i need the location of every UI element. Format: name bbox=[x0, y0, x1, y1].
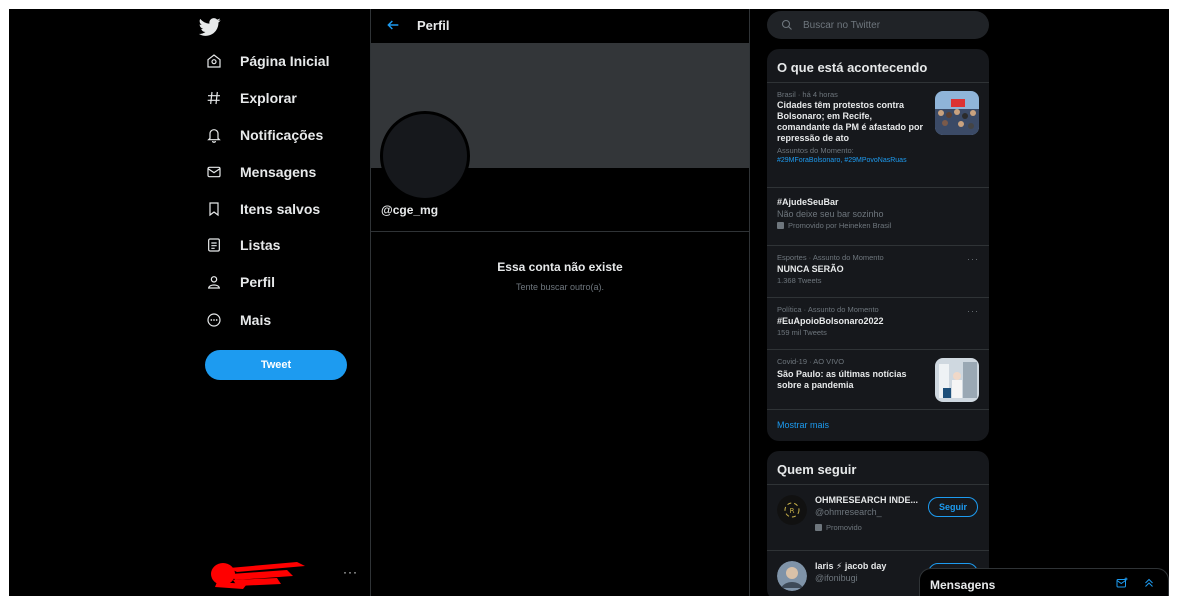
ohmresearch-avatar: R bbox=[777, 495, 807, 525]
nav-item-label: Notificações bbox=[240, 127, 324, 143]
bell-icon bbox=[203, 124, 225, 146]
promoted-icon bbox=[777, 222, 784, 229]
person-icon bbox=[203, 271, 225, 293]
nav-item-bookmarks[interactable]: Itens salvos bbox=[203, 191, 320, 227]
promoted-label: Promovido por Heineken Brasil bbox=[777, 220, 979, 231]
more-circle-icon bbox=[203, 309, 225, 331]
nav-item-label: Listas bbox=[240, 237, 281, 253]
trend-more-icon[interactable]: ··· bbox=[967, 306, 979, 316]
trend-title: São Paulo: as últimas notícias sobre a p… bbox=[777, 369, 907, 390]
empty-state-subtitle: Tente buscar outro(a). bbox=[515, 282, 605, 292]
nav-item-notifications[interactable]: Notificações bbox=[203, 117, 323, 153]
trend-item[interactable]: Covid-19 · AO VIVO São Paulo: as últimas… bbox=[767, 349, 989, 409]
svg-text:R: R bbox=[790, 507, 795, 515]
trend-tweet-count: 159 mil Tweets bbox=[777, 328, 827, 337]
trend-title: NUNCA SERÃO bbox=[777, 264, 844, 274]
bookmark-icon bbox=[203, 198, 225, 220]
trends-title: O que está acontecendo bbox=[777, 60, 928, 75]
nav-item-label: Itens salvos bbox=[240, 201, 321, 217]
follow-name: laris ⚡ jacob day bbox=[815, 561, 887, 571]
profile-handle: @cge_mg bbox=[381, 203, 439, 217]
follow-handle: @ifonibugi bbox=[815, 573, 858, 583]
profile-header: Perfil bbox=[371, 9, 749, 43]
home-icon bbox=[203, 50, 225, 72]
hashtag-icon bbox=[203, 87, 225, 109]
envelope-icon bbox=[203, 161, 225, 183]
nav-item-home[interactable]: Página Inicial bbox=[203, 43, 329, 79]
messages-drawer[interactable]: Mensagens bbox=[919, 568, 1169, 596]
trend-title: Cidades têm protestos contra Bolsonaro; … bbox=[777, 100, 924, 143]
promoted-icon bbox=[815, 524, 822, 531]
show-more-link[interactable]: Mostrar mais bbox=[767, 409, 989, 440]
trend-item-promoted[interactable]: #AjudeSeuBar Não deixe seu bar sozinho P… bbox=[767, 187, 989, 245]
trend-tags[interactable]: #29MForaBolsonaro, #29MPovoNasRuas bbox=[777, 156, 979, 165]
nav-item-label: Perfil bbox=[240, 274, 276, 290]
trends-card: O que está acontecendo Brasil · há 4 hor… bbox=[767, 49, 989, 441]
nav-item-label: Explorar bbox=[240, 90, 297, 106]
trend-title: #EuApoioBolsonaro2022 bbox=[777, 316, 884, 326]
right-sidebar: O que está acontecendo Brasil · há 4 hor… bbox=[767, 9, 989, 596]
follow-suggestion[interactable]: R OHMRESEARCH INDE... @ohmresearch_ Prom… bbox=[767, 484, 989, 550]
nav-item-label: Mensagens bbox=[240, 164, 317, 180]
account-switcher-redacted[interactable] bbox=[207, 558, 311, 590]
trend-meta: Política · Assunto do Momento bbox=[777, 305, 879, 314]
nav-item-label: Página Inicial bbox=[240, 53, 330, 69]
news-thumbnail-covid bbox=[935, 358, 979, 402]
chevron-up-icon[interactable] bbox=[1143, 577, 1155, 589]
search-box[interactable] bbox=[767, 11, 989, 39]
profile-avatar bbox=[380, 111, 470, 201]
page-title: Perfil bbox=[417, 18, 450, 33]
search-input[interactable] bbox=[803, 19, 973, 31]
search-icon bbox=[781, 19, 792, 30]
profile-column: Perfil @cge_mg Essa conta não existe Ten… bbox=[370, 9, 750, 596]
news-thumbnail-protest bbox=[935, 91, 979, 135]
list-icon bbox=[203, 234, 225, 256]
trend-item[interactable]: Brasil · há 4 horas Cidades têm protesto… bbox=[767, 82, 989, 187]
divider bbox=[371, 231, 749, 232]
trend-item[interactable]: Política · Assunto do Momento #EuApoioBo… bbox=[767, 297, 989, 349]
trend-title: #AjudeSeuBar bbox=[777, 197, 839, 207]
who-to-follow-title: Quem seguir bbox=[777, 462, 857, 477]
trend-tweet-count: 1.368 Tweets bbox=[777, 276, 822, 285]
twitter-app: Página Inicial Explorar Notificações Men… bbox=[9, 9, 1169, 596]
nav-item-explore[interactable]: Explorar bbox=[203, 80, 297, 116]
tweet-button[interactable]: Tweet bbox=[205, 350, 347, 380]
trend-item[interactable]: Esportes · Assunto do Momento NUNCA SERÃ… bbox=[767, 245, 989, 297]
account-more-icon[interactable]: ··· bbox=[343, 565, 358, 579]
nav-item-label: Mais bbox=[240, 312, 272, 328]
twitter-bird-icon[interactable] bbox=[199, 16, 221, 38]
trend-more-icon[interactable]: ··· bbox=[967, 254, 979, 264]
promoted-label: Promovido bbox=[815, 523, 862, 532]
left-navigation: Página Inicial Explorar Notificações Men… bbox=[9, 9, 370, 596]
new-message-icon[interactable] bbox=[1116, 577, 1128, 589]
empty-state-title: Essa conta não existe bbox=[497, 260, 623, 274]
back-arrow-icon[interactable] bbox=[385, 17, 401, 33]
follow-name: OHMRESEARCH INDE... bbox=[815, 495, 919, 505]
nav-item-profile[interactable]: Perfil bbox=[203, 264, 275, 300]
user-avatar bbox=[777, 561, 807, 591]
messages-drawer-title: Mensagens bbox=[930, 578, 996, 592]
follow-button[interactable]: Seguir bbox=[928, 497, 978, 517]
nav-item-more[interactable]: Mais bbox=[203, 302, 271, 338]
nav-item-messages[interactable]: Mensagens bbox=[203, 154, 316, 190]
trend-tags-label: Assuntos do Momento: bbox=[777, 146, 854, 155]
nav-item-lists[interactable]: Listas bbox=[203, 227, 280, 263]
trend-meta: Esportes · Assunto do Momento bbox=[777, 253, 884, 262]
follow-handle: @ohmresearch_ bbox=[815, 507, 882, 517]
trend-description: Não deixe seu bar sozinho bbox=[777, 209, 884, 219]
